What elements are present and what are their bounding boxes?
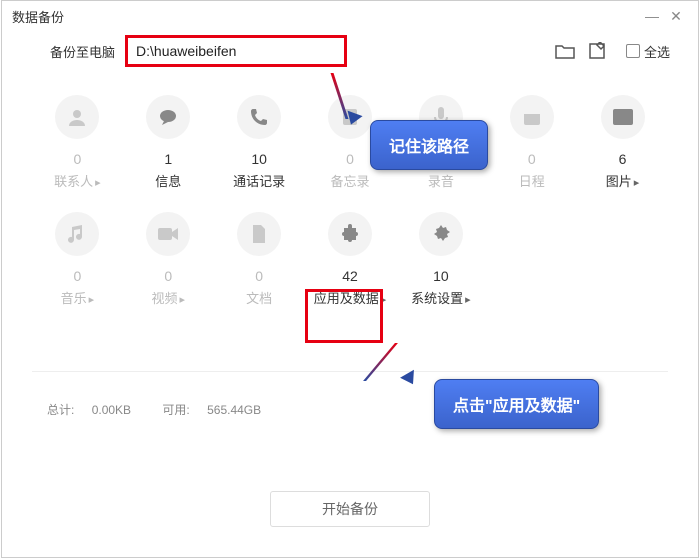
backup-to-label: 备份至电脑 (50, 42, 115, 61)
divider (32, 371, 668, 372)
message-icon (157, 106, 179, 128)
category-label: 视频 (152, 291, 178, 306)
music-icon (68, 224, 86, 244)
window-title: 数据备份 (12, 7, 640, 26)
category-label: 文档 (246, 291, 272, 306)
category-documents[interactable]: 0 文档 (214, 212, 305, 307)
category-label: 系统设置 (411, 291, 463, 306)
category-label: 音乐 (61, 291, 87, 306)
category-count: 0 (164, 268, 172, 284)
annotation-callout-apps: 点击"应用及数据" (434, 379, 599, 429)
checkbox-icon (626, 44, 640, 58)
category-label: 录音 (428, 174, 454, 189)
storage-stats: 总计: 0.00KB 可用: 565.44GB (47, 401, 289, 418)
category-count: 6 (619, 151, 627, 167)
browse-folder-button[interactable] (554, 40, 576, 62)
total-value: 0.00KB (92, 403, 131, 417)
edit-path-button[interactable] (586, 40, 608, 62)
start-backup-label: 开始备份 (322, 501, 378, 517)
select-all-checkbox[interactable]: 全选 (626, 42, 670, 61)
category-calendar[interactable]: 0 日程 (486, 95, 577, 190)
edit-icon (588, 42, 606, 60)
category-count: 0 (255, 268, 263, 284)
category-pictures[interactable]: 6 图片▸ (577, 95, 668, 190)
calendar-icon (522, 107, 542, 127)
category-label: 日程 (519, 174, 545, 189)
video-icon (157, 226, 179, 242)
titlebar: 数据备份 — ✕ (2, 1, 698, 31)
start-backup-button[interactable]: 开始备份 (270, 491, 430, 527)
select-all-label: 全选 (644, 42, 670, 61)
category-video[interactable]: 0 视频▸ (123, 212, 214, 307)
chevron-right-icon: ▸ (95, 177, 101, 189)
free-value: 565.44GB (207, 403, 261, 417)
phone-icon (249, 107, 269, 127)
category-music[interactable]: 0 音乐▸ (32, 212, 123, 307)
category-count: 0 (74, 151, 82, 167)
close-button[interactable]: ✕ (664, 8, 688, 25)
path-row: 备份至电脑 D:\huaweibeifen 全选 (2, 31, 698, 71)
category-grid: 0 联系人▸ 1 信息 10 通话记录 0 备忘录 0 录音 0 日程 (2, 71, 698, 311)
annotation-callout-path: 记住该路径 (370, 120, 488, 170)
chevron-right-icon: ▸ (89, 294, 95, 306)
category-messages[interactable]: 1 信息 (123, 95, 214, 190)
contact-icon (66, 106, 88, 128)
category-count: 0 (528, 151, 536, 167)
folder-icon (555, 43, 575, 59)
minimize-button[interactable]: — (640, 8, 664, 24)
category-label: 通话记录 (233, 174, 285, 189)
category-count: 10 (433, 268, 449, 284)
document-icon (251, 224, 267, 244)
chevron-right-icon: ▸ (180, 294, 186, 306)
chevron-right-icon: ▸ (634, 177, 640, 189)
gear-icon (431, 224, 451, 244)
category-label: 信息 (155, 174, 181, 189)
picture-icon (612, 108, 634, 126)
category-count: 42 (342, 268, 358, 284)
backup-path-value: D:\huaweibeifen (136, 43, 236, 59)
category-count: 1 (164, 151, 172, 167)
category-label: 备忘录 (330, 174, 369, 189)
chevron-right-icon: ▸ (465, 294, 471, 306)
total-label: 总计: (47, 403, 74, 417)
category-count: 0 (74, 268, 82, 284)
backup-path-input[interactable]: D:\huaweibeifen (125, 35, 347, 67)
category-system-settings[interactable]: 10 系统设置▸ (395, 212, 486, 307)
annotation-highlight-apps (305, 289, 383, 343)
category-count: 10 (251, 151, 267, 167)
free-label: 可用: (162, 403, 189, 417)
app-window: 数据备份 — ✕ 备份至电脑 D:\huaweibeifen 全选 0 (1, 0, 699, 558)
category-count: 0 (346, 151, 354, 167)
category-contacts[interactable]: 0 联系人▸ (32, 95, 123, 190)
category-label: 图片 (606, 174, 632, 189)
category-calllog[interactable]: 10 通话记录 (214, 95, 305, 190)
category-label: 联系人 (54, 174, 93, 189)
puzzle-icon (340, 224, 360, 244)
